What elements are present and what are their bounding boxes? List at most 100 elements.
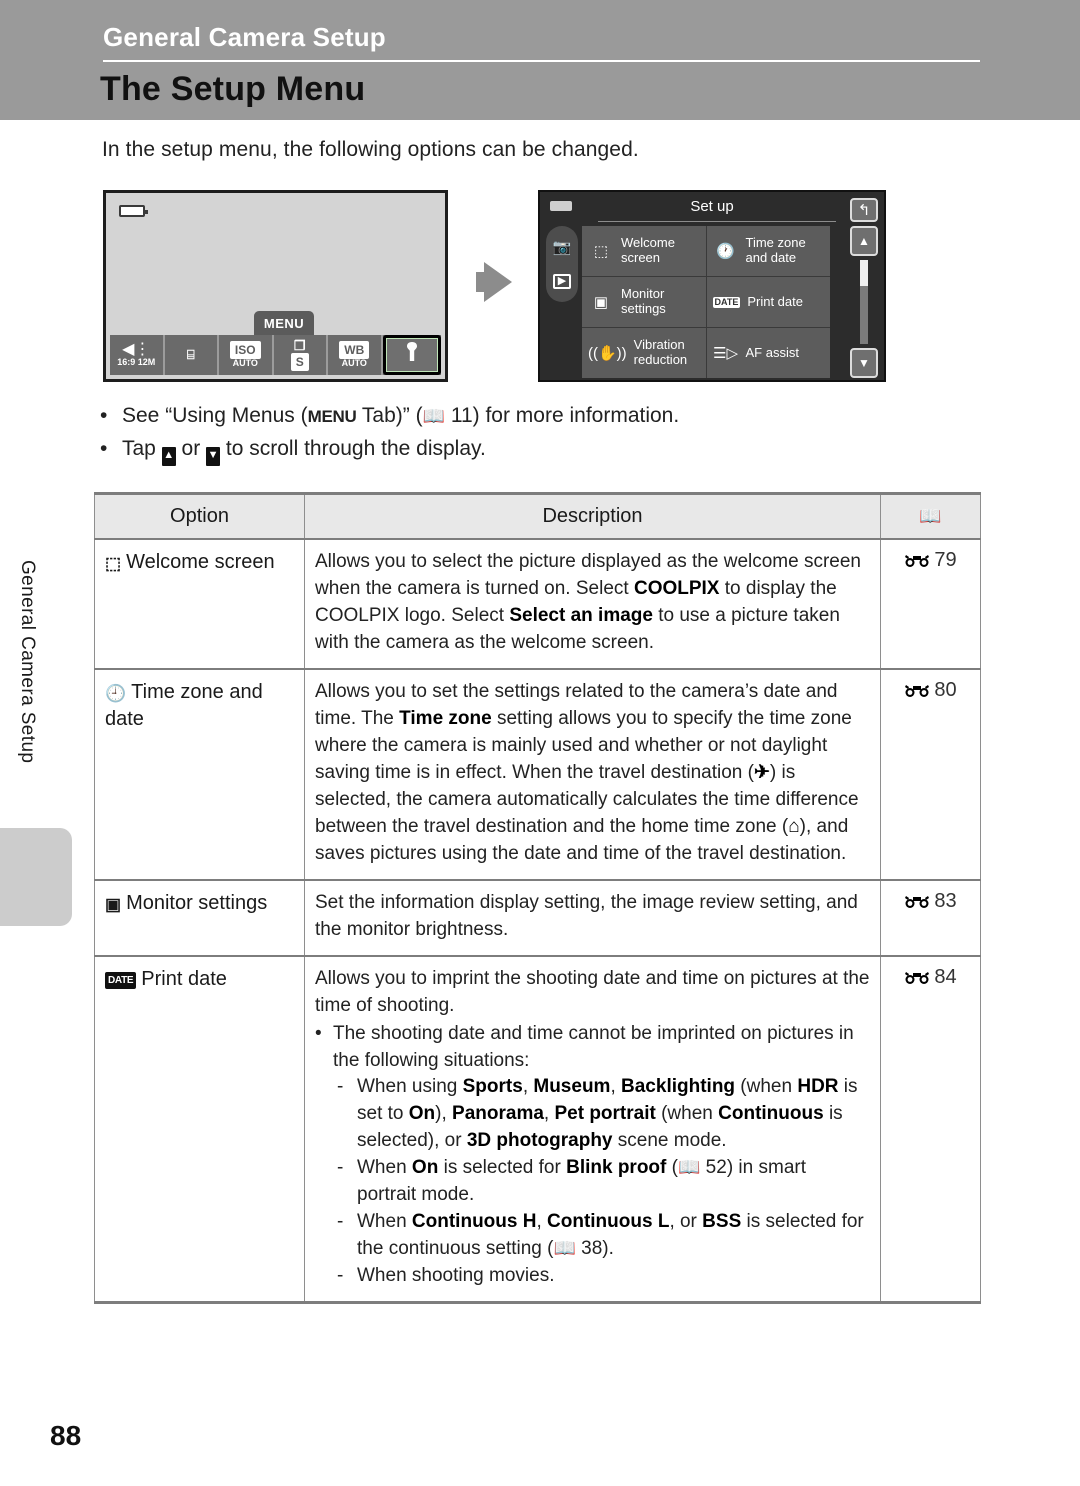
iso-icon: ISO [229,341,261,360]
reference-page: 79 [934,549,957,571]
setup-item-time-zone-and-date[interactable]: 🕐 Time zone and date [706,226,830,276]
header-band: General Camera Setup The Setup Menu [0,0,1080,120]
list-item: - When shooting movies. [337,1263,870,1290]
triangle-up-icon[interactable]: ▲ [850,226,878,256]
table-row: 🕘 Time zone and date Allows you to set th… [94,668,981,881]
menu-tab-label: MENU [254,311,314,335]
menu-item-iso[interactable]: ISO AUTO [219,335,274,375]
wb-value-label: AUTO [341,358,367,369]
description-print-date: Allows you to imprint the shooting date … [304,955,881,1305]
description-bullets: • The shooting date and time cannot be i… [315,1021,870,1291]
option-welcome-screen: ⬚ Welcome screen [94,539,305,670]
triangle-down-icon[interactable]: ▼ [850,348,878,378]
shooting-mode-icon[interactable]: 📷 [553,240,572,255]
binoculars-icon [904,968,930,991]
binoculars-icon [904,551,930,574]
camera-menu-bar: ◀⋮ 16:9 12M ⌸ ISO AUTO ❒ S WB AUTO [110,335,441,375]
welcome-screen-icon: ⬚ [105,554,122,573]
table-row: DATE Print date Allows you to imprint the… [94,955,981,1305]
setup-item-label: Print date [747,293,803,309]
setup-item-vibration-reduction[interactable]: ((✋)) Vibration reduction [582,328,706,378]
reference-monitor-settings: 83 [880,879,981,957]
column-header-description: Description [304,492,881,540]
manual-page: General Camera Setup The Setup Menu In t… [0,0,1080,1486]
dash-marker: - [337,1076,344,1098]
book-icon: 📖 [422,406,445,426]
white-balance-icon: WB [339,341,370,360]
table-row: ▣ Monitor settings Set the information di… [94,879,981,957]
description-welcome-screen: Allows you to select the picture display… [304,539,881,670]
setup-screen-side-tabs: 📷 ▶ [546,226,578,302]
book-icon: 📖 [677,1157,701,1178]
section-thumb-tab [0,828,72,926]
setup-item-monitor-settings[interactable]: ▣ Monitor settings [582,277,706,327]
option-label: Welcome screen [126,551,275,573]
table-header-row: Option Description 📖 [94,492,981,540]
option-label: Monitor settings [126,891,268,914]
reference-time-zone-and-date: 80 [880,668,981,881]
list-item: - When using Sports, Museum, Backlightin… [337,1074,870,1155]
monitor-icon: ▣ [105,894,122,914]
flash-icon: ◀⋮ [122,341,151,359]
vibration-reduction-icon: ((✋)) [588,344,627,362]
figure-group: MENU ◀⋮ 16:9 12M ⌸ ISO AUTO ❒ S WB AUTO … [0,190,1080,390]
back-arrow-icon[interactable]: ↰ [850,198,878,222]
menu-item-white-balance[interactable]: WB AUTO [328,335,383,375]
image-size-label: 16:9 12M [117,357,156,368]
playback-mode-icon[interactable]: ▶ [552,273,572,289]
wrench-setup-icon [402,340,422,370]
description-time-zone-and-date: Allows you to set the settings related t… [304,668,881,881]
bullet-text: When shooting movies. [357,1265,555,1287]
option-label: Time zone and date [105,680,263,730]
list-item: - When Continuous H, Continuous L, or BS… [337,1209,870,1263]
scroll-thumb[interactable] [860,260,868,286]
page-number: 88 [50,1420,82,1451]
bullet-text: See “Using Menus (MENU Tab)” (📖 11) for … [122,404,680,427]
setup-item-label: Vibration reduction [633,337,688,367]
list-item: • The shooting date and time cannot be i… [315,1021,870,1075]
bullet-list: • See “Using Menus (MENU Tab)” (📖 11) fo… [100,400,980,466]
dash-marker: - [337,1157,344,1179]
reference-welcome-screen: 79 [880,539,981,670]
af-assist-icon: ☰▷ [713,344,738,362]
column-header-reference: 📖 [880,492,981,540]
setup-item-label: AF assist [745,344,799,360]
option-label: Print date [141,967,227,990]
setup-screen-title: Set up [690,198,734,215]
menu-item-touch-shutter[interactable]: ⌸ [165,335,219,375]
setup-item-welcome-screen[interactable]: ⬚ Welcome screen [582,226,706,276]
setup-item-label: Welcome screen [621,235,675,265]
scroll-track[interactable] [860,260,868,344]
continuous-value-label: S [290,352,309,371]
triangle-up-icon: ▲ [161,446,176,466]
setup-menu-grid: ⬚ Welcome screen 🕐 Time zone and date ▣ Mo… [582,226,830,378]
option-print-date: DATE Print date [94,955,305,1305]
welcome-screen-icon: ⬚ [593,242,609,260]
setup-item-af-assist[interactable]: ☰▷ AF assist [706,328,830,378]
intro-text: In the setup menu, the following options… [102,138,639,161]
bullet-text: When Continuous H, Continuous L, or BSS … [357,1211,864,1260]
bullet-marker: • [100,436,108,460]
menu-item-setup[interactable] [382,335,441,375]
clock-icon: 🕘 [105,683,127,703]
bullet-marker: • [100,404,108,427]
reference-page: 80 [934,678,957,701]
date-badge-icon: DATE [712,296,741,308]
setup-item-print-date[interactable]: DATE Print date [706,277,830,327]
side-chapter-label: General Camera Setup [17,560,38,764]
battery-icon [119,205,148,217]
binoculars-icon [904,892,930,915]
menu-tab-inline-label: MENU [307,407,357,426]
menu-item-image-quality[interactable]: ◀⋮ 16:9 12M [110,335,165,375]
page-title: The Setup Menu [100,70,366,108]
bullet-text: Tap ▲ or ▼ to scroll through the display… [122,433,486,466]
setup-screen-scrollbar[interactable]: ▲ ▼ [850,226,878,378]
description-monitor-settings: Set the information display setting, the… [304,879,881,957]
menu-item-continuous[interactable]: ❒ S [274,335,328,375]
table-row: ⬚ Welcome screen Allows you to select the… [94,539,981,670]
right-arrow-icon [472,258,528,306]
bullet-text: When using Sports, Museum, Backlighting … [357,1076,858,1152]
touch-shutter-icon: ⌸ [186,347,195,363]
book-icon: 📖 [553,1238,576,1259]
header-divider [103,60,980,62]
